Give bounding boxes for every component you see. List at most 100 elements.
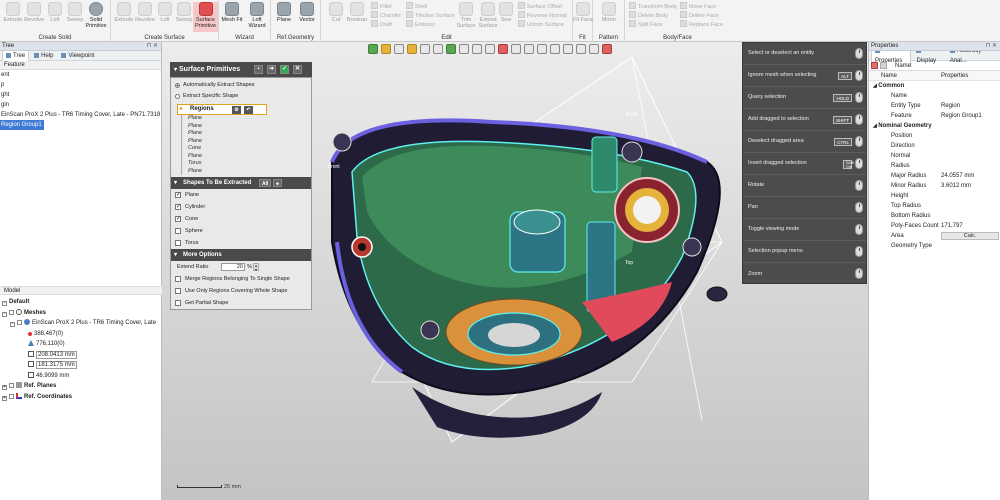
- visibility-checkbox[interactable]: [9, 383, 14, 388]
- plane-button[interactable]: Plane: [272, 2, 296, 23]
- extend-ratio-input[interactable]: 20: [221, 263, 245, 271]
- regions-header[interactable]: ▸ Regions ⚙ ↶: [177, 104, 267, 115]
- merge-regions-checkbox[interactable]: Merge Regions Belonging To Single Shape: [171, 273, 311, 285]
- shape-torus-checkbox[interactable]: Torus: [171, 237, 311, 249]
- checkbox-checked[interactable]: [175, 192, 181, 198]
- extend-ratio-spinner[interactable]: ▴ ▾: [253, 263, 259, 271]
- auto-extract-radio[interactable]: Automatically Extract Shapes: [175, 80, 307, 91]
- draft-button[interactable]: Draft: [371, 20, 392, 28]
- checkbox-checked[interactable]: [175, 216, 181, 222]
- checkbox-unchecked[interactable]: [175, 228, 181, 234]
- tab-tree[interactable]: Tree: [2, 50, 30, 61]
- shape-cone-checkbox[interactable]: Cone: [171, 213, 311, 225]
- collapse-icon[interactable]: -: [2, 311, 7, 317]
- properties-tabs: Properties Display Accuracy Anal...: [869, 45, 1000, 66]
- chamfer-button[interactable]: Chamfer: [371, 11, 401, 19]
- tab-viewpoint[interactable]: Viewpoint: [58, 51, 97, 61]
- region-item[interactable]: Plane: [182, 138, 267, 146]
- all-button[interactable]: All: [259, 179, 272, 187]
- mirror-button[interactable]: Mirror: [597, 2, 621, 23]
- cancel-icon[interactable]: ✕: [293, 65, 302, 74]
- specific-shape-radio[interactable]: Extract Specific Shape: [175, 91, 307, 102]
- mesh-fit-button[interactable]: Mesh Fit: [220, 2, 244, 23]
- model-item-ref-planes[interactable]: + Ref. Planes: [0, 381, 162, 392]
- radio-unselected[interactable]: [175, 94, 180, 99]
- tree-item[interactable]: ght: [0, 90, 161, 100]
- emboss-button[interactable]: Emboss: [406, 20, 435, 28]
- visibility-checkbox[interactable]: [9, 309, 14, 315]
- model-item-mesh[interactable]: - EinScan ProX 2 Plus - TR6 Timing Cover,…: [0, 318, 162, 329]
- expand-icon[interactable]: +: [2, 395, 7, 401]
- shell-button[interactable]: Shell: [406, 2, 427, 10]
- category-nominal-geometry[interactable]: Nominal Geometry: [869, 121, 1000, 131]
- checkbox-unchecked[interactable]: [175, 240, 181, 246]
- sew-button[interactable]: Sew: [497, 2, 515, 23]
- solid-primitive-button[interactable]: Solid Primitive: [84, 2, 108, 29]
- delete-face-button[interactable]: Delete Face: [680, 11, 719, 19]
- pin-icon[interactable]: ⊓ ✕: [986, 42, 997, 51]
- more-options-header[interactable]: More Options: [171, 249, 311, 261]
- next-icon[interactable]: ➜: [267, 65, 276, 74]
- lock-icon[interactable]: ▪: [254, 65, 263, 74]
- surface-primitive-button[interactable]: Surface Primitive: [193, 2, 218, 32]
- toggle-all-icon[interactable]: ⚹: [273, 179, 283, 187]
- vector-button[interactable]: Vector: [295, 2, 319, 23]
- partial-shape-checkbox[interactable]: Get Partial Shape: [171, 297, 311, 309]
- checkbox-unchecked[interactable]: [175, 276, 181, 282]
- collapse-icon[interactable]: -: [2, 301, 7, 306]
- ok-icon[interactable]: ✓: [280, 65, 289, 74]
- checkbox-unchecked[interactable]: [175, 300, 181, 306]
- region-item[interactable]: Plane: [182, 168, 267, 176]
- transform-body-button[interactable]: Transform Body: [629, 2, 677, 10]
- tree-item[interactable]: ent: [0, 70, 161, 80]
- radio-selected[interactable]: [175, 83, 180, 88]
- tree-item[interactable]: EinScan ProX 2 Plus - TR6 Timing Cover, …: [0, 110, 161, 120]
- model-item-ref-coordinates[interactable]: + Ref. Coordinates: [0, 392, 162, 403]
- checkbox-unchecked[interactable]: [175, 288, 181, 294]
- trim-surface-button[interactable]: Trim Surface: [454, 2, 478, 29]
- calc-area-button[interactable]: Calc.: [941, 232, 999, 240]
- shape-cylinder-checkbox[interactable]: Cylinder: [171, 201, 311, 213]
- shapes-section-header[interactable]: Shapes To Be ExtractedAll⚹: [171, 177, 311, 189]
- shape-plane-checkbox[interactable]: Plane: [171, 189, 311, 201]
- move-face-button[interactable]: Move Face: [680, 2, 716, 10]
- region-item[interactable]: Plane: [182, 130, 267, 138]
- region-item[interactable]: Cone: [182, 145, 267, 153]
- thicken-surface-button[interactable]: Thicken Surface: [406, 11, 455, 19]
- tab-help[interactable]: Help: [31, 51, 56, 61]
- region-item[interactable]: Torus: [182, 160, 267, 168]
- tree-item[interactable]: gin: [0, 100, 161, 110]
- region-item[interactable]: Plane: [182, 153, 267, 161]
- use-whole-shape-checkbox[interactable]: Use Only Regions Covering Whole Shape: [171, 285, 311, 297]
- sort-category-icon[interactable]: [871, 62, 878, 69]
- pin-icon[interactable]: ⊓ ✕: [147, 42, 158, 51]
- shape-sphere-checkbox[interactable]: Sphere: [171, 225, 311, 237]
- region-settings-icon[interactable]: ⚙: [232, 106, 241, 114]
- tree-item[interactable]: p: [0, 80, 161, 90]
- loft-wizard-button[interactable]: Loft Wizard: [245, 2, 269, 29]
- visibility-checkbox[interactable]: [9, 393, 14, 399]
- category-common[interactable]: Common: [869, 81, 1000, 91]
- delete-body-button[interactable]: Delete Body: [629, 11, 668, 19]
- mouse-hints-panel: Select or deselect an entity Ignore mesh…: [742, 42, 867, 284]
- model-item-meshes[interactable]: - Meshes: [0, 308, 162, 319]
- replace-face-button[interactable]: Replace Face: [680, 20, 723, 28]
- region-item[interactable]: Plane: [182, 123, 267, 131]
- region-undo-icon[interactable]: ↶: [244, 106, 253, 114]
- checkbox-checked[interactable]: [175, 204, 181, 210]
- surface-offset-button[interactable]: Surface Offset: [518, 2, 562, 10]
- tree-item-selected[interactable]: Region Group1: [0, 120, 44, 130]
- untrim-surface-button[interactable]: Untrim Surface: [518, 20, 564, 28]
- visibility-checkbox[interactable]: [17, 320, 22, 325]
- sort-alpha-icon[interactable]: [880, 62, 887, 69]
- expand-icon[interactable]: +: [2, 385, 7, 390]
- split-face-button[interactable]: Split Face: [629, 20, 662, 28]
- reverse-normal-button[interactable]: Reverse Normal: [518, 11, 567, 19]
- region-item[interactable]: Plane: [182, 115, 267, 123]
- model-item-default[interactable]: - Default: [0, 297, 162, 308]
- boolean-button[interactable]: Boolean: [345, 2, 369, 23]
- collapse-icon[interactable]: ▾: [174, 67, 177, 73]
- fit-face-button[interactable]: Fit Face: [573, 2, 593, 23]
- collapse-icon[interactable]: -: [10, 322, 15, 327]
- fillet-button[interactable]: Fillet: [371, 2, 392, 10]
